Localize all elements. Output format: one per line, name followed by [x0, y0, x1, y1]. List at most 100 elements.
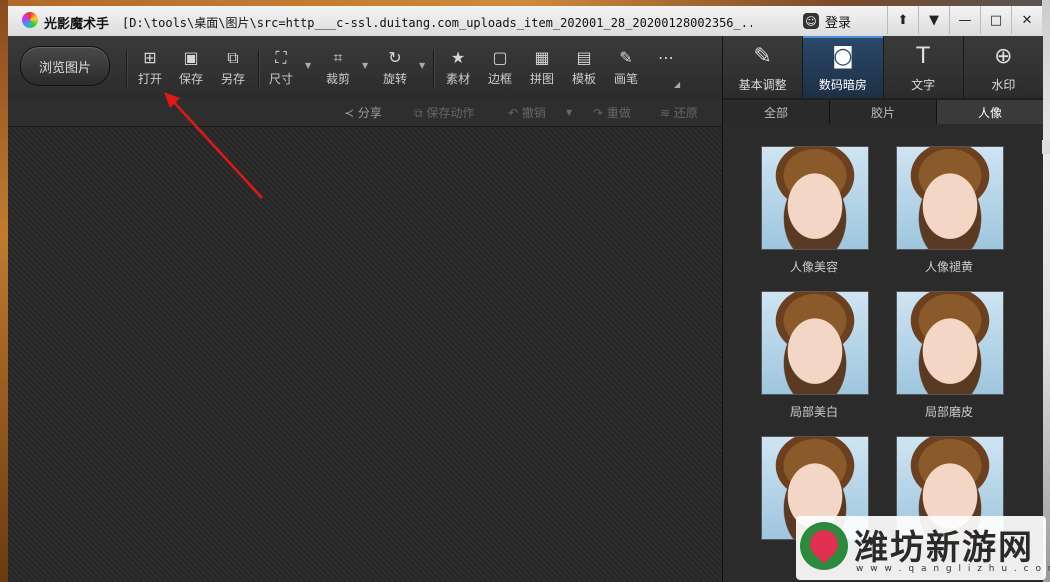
crop-button[interactable]: ⌗ 裁剪 — [318, 48, 358, 92]
effect-thumbnail — [761, 291, 869, 395]
watermark-name: 潍坊新游网 — [854, 528, 1034, 568]
tab-watermark-label: 水印 — [991, 78, 1016, 92]
filter-tabs: 全部 胶片 人像 — [723, 98, 1043, 124]
brush-label: 画笔 — [613, 72, 638, 86]
watermark-add-icon: ⊕ — [994, 44, 1013, 69]
minimize-button[interactable]: — — [949, 6, 980, 34]
file-path: [D:\tools\桌面\图片\src=http___c-ssl.duitang… — [122, 16, 752, 30]
tab-watermark[interactable]: ⊕ 水印 — [963, 36, 1043, 98]
browse-images-button[interactable]: 浏览图片 — [20, 46, 110, 86]
border-icon: ▢ — [492, 48, 508, 67]
save-action-label: 保存动作 — [426, 106, 475, 120]
save-as-icon: ⧉ — [227, 48, 239, 67]
redo-label: 重做 — [606, 106, 631, 120]
save-label: 保存 — [178, 72, 203, 86]
login-label: 登录 — [825, 15, 852, 31]
tab-text[interactable]: T 文字 — [883, 36, 964, 98]
title-bar: 光影魔术手 [D:\tools\桌面\图片\src=http___c-ssl.d… — [8, 6, 1042, 36]
tab-digital-darkroom[interactable]: ◙ 数码暗房 — [803, 36, 884, 98]
filter-tab-all[interactable]: 全部 — [723, 100, 830, 124]
template-label: 模板 — [571, 72, 596, 86]
text-icon: T — [916, 44, 930, 69]
site-watermark: 潍坊新游网 w w w . q a n g l i z h u . c o m — [796, 516, 1050, 580]
effect-item[interactable]: 人像褪黄 — [896, 146, 1004, 275]
filter-tab-portrait[interactable]: 人像 — [937, 100, 1043, 124]
window-controls: ⬆ ▼ — □ ✕ — [887, 6, 1042, 36]
rotate-icon: ↻ — [388, 48, 402, 67]
effect-label: 局部美白 — [789, 405, 838, 419]
save-as-label: 另存 — [220, 72, 245, 86]
open-label: 打开 — [137, 72, 162, 86]
effect-thumbnail — [896, 291, 1004, 395]
toolbar-divider — [258, 50, 260, 88]
panel-tabs: ✎ 基本调整 ◙ 数码暗房 T 文字 ⊕ 水印 — [723, 36, 1043, 98]
action-bar: ≺ 分享 ⧉ 保存动作 ↶ 撤销 ▼ ↷ 重做 ≋ 还原 — [8, 98, 722, 127]
effect-label: 人像美容 — [789, 260, 838, 274]
share-icon: ≺ — [344, 106, 358, 120]
desktop-scroll-fragment — [1042, 140, 1050, 154]
tab-text-label: 文字 — [911, 78, 936, 92]
login-button[interactable]: ☺ 登录 — [803, 11, 851, 31]
open-icon: ⊞ — [143, 48, 157, 67]
red-arrow-annotation — [164, 92, 263, 199]
watermark-url: w w w . q a n g l i z h u . c o m — [856, 564, 1050, 574]
resize-icon: ⛶ — [275, 48, 287, 67]
app-title: 光影魔术手 — [44, 17, 110, 32]
border-button[interactable]: ▢ 边框 — [480, 48, 520, 92]
rotate-button[interactable]: ↻ 旋转 — [375, 48, 415, 92]
rotate-label: 旋转 — [382, 72, 407, 86]
resize-label: 尺寸 — [268, 72, 293, 86]
share-button[interactable]: ≺ 分享 — [344, 104, 382, 121]
crop-dropdown-icon[interactable]: ▼ — [362, 61, 368, 70]
menu-button[interactable]: ▼ — [918, 6, 949, 34]
save-action-button[interactable]: ⧉ 保存动作 — [414, 104, 474, 121]
crop-icon: ⌗ — [333, 48, 343, 67]
filter-tab-film[interactable]: 胶片 — [830, 100, 937, 124]
grid-icon: ▦ — [534, 48, 550, 67]
restore-label: 还原 — [673, 106, 698, 120]
rotate-dropdown-icon[interactable]: ▼ — [419, 61, 425, 70]
tab-basic-adjust-label: 基本调整 — [738, 78, 787, 92]
template-icon: ▤ — [576, 48, 592, 67]
undo-button[interactable]: ↶ 撤销 — [508, 104, 546, 121]
camera-icon: ◙ — [832, 44, 854, 69]
collage-button[interactable]: ▦ 拼图 — [522, 48, 562, 92]
resize-dropdown-icon[interactable]: ▼ — [305, 61, 311, 70]
app-logo-icon — [22, 12, 38, 28]
expand-corner-icon[interactable]: ◢ — [674, 80, 680, 89]
redo-button[interactable]: ↷ 重做 — [593, 104, 631, 121]
restore-icon: ≋ — [660, 106, 674, 120]
main-toolbar: 浏览图片 ⊞ 打开 ▣ 保存 ⧉ 另存 ⛶ 尺寸 ▼ ⌗ 裁剪 ▼ ↻ 旋转 ▼ — [8, 36, 722, 98]
effect-item[interactable]: 局部美白 — [761, 291, 869, 420]
brush-icon: ✎ — [619, 48, 633, 67]
smile-icon: ☺ — [803, 13, 819, 29]
effect-item[interactable]: 人像美容 — [761, 146, 869, 275]
undo-dropdown-icon[interactable]: ▼ — [566, 108, 572, 117]
skin-button[interactable]: ⬆ — [887, 6, 918, 34]
collage-label: 拼图 — [529, 72, 554, 86]
edit-icon: ✎ — [753, 44, 772, 69]
effect-label: 人像褪黄 — [924, 260, 973, 274]
redo-icon: ↷ — [593, 106, 607, 120]
star-icon: ★ — [450, 48, 466, 67]
maximize-button[interactable]: □ — [980, 6, 1011, 34]
share-label: 分享 — [357, 106, 382, 120]
close-button[interactable]: ✕ — [1011, 6, 1042, 34]
material-button[interactable]: ★ 素材 — [438, 48, 478, 92]
toolbar-divider — [433, 50, 435, 88]
border-label: 边框 — [487, 72, 512, 86]
brush-button[interactable]: ✎ 画笔 — [606, 48, 646, 92]
effect-thumbnail — [896, 146, 1004, 250]
template-button[interactable]: ▤ 模板 — [564, 48, 604, 92]
desktop-background-left — [0, 0, 8, 582]
undo-icon: ↶ — [508, 106, 522, 120]
tab-digital-darkroom-label: 数码暗房 — [818, 78, 867, 92]
image-canvas[interactable] — [8, 127, 722, 582]
toolbar-divider — [126, 50, 128, 88]
effect-item[interactable]: 局部磨皮 — [896, 291, 1004, 420]
undo-label: 撤销 — [521, 106, 546, 120]
desktop-background-right — [1042, 0, 1050, 582]
restore-button[interactable]: ≋ 还原 — [660, 104, 698, 121]
tab-basic-adjust[interactable]: ✎ 基本调整 — [723, 36, 804, 98]
effect-label: 局部磨皮 — [924, 405, 973, 419]
